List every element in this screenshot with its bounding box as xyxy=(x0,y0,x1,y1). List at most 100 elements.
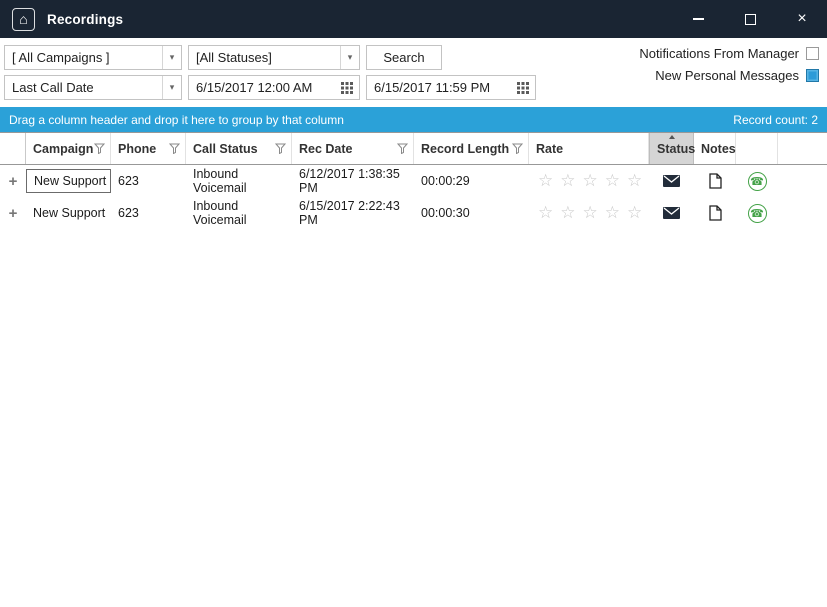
column-header-actions xyxy=(736,133,778,164)
row-expander[interactable]: + xyxy=(0,197,26,229)
cell-rating: ☆ ☆ ☆ ☆ ☆ xyxy=(529,197,649,229)
column-header-rate[interactable]: Rate xyxy=(529,133,649,164)
star-icon[interactable]: ☆ xyxy=(583,171,598,191)
column-header-notes[interactable]: Notes xyxy=(694,133,736,164)
cell-notes[interactable] xyxy=(694,165,736,197)
sort-ascending-icon xyxy=(668,135,675,139)
notifications-from-manager-checkbox[interactable] xyxy=(806,47,819,60)
chevron-down-icon[interactable]: ▾ xyxy=(340,46,359,69)
rec-date-value: 6/15/2017 2:22:43 PM xyxy=(299,199,400,227)
maximize-button[interactable] xyxy=(737,6,763,32)
star-icon[interactable]: ☆ xyxy=(605,171,620,191)
grid-header: Campaign Phone Call Status Rec Date Reco… xyxy=(0,132,827,165)
cell-notes[interactable] xyxy=(694,197,736,229)
page-title: Recordings xyxy=(47,11,124,27)
call-status-value: Inbound Voicemail xyxy=(193,167,247,195)
new-personal-messages-checkbox[interactable] xyxy=(806,69,819,82)
record-length-value: 00:00:29 xyxy=(421,174,470,188)
record-length-value: 00:00:30 xyxy=(421,206,470,220)
cell-phone[interactable]: 623 xyxy=(111,197,186,229)
date-to-value: 6/15/2017 11:59 PM xyxy=(374,80,491,95)
date-from-field[interactable]: 6/15/2017 12:00 AM xyxy=(188,75,360,100)
cell-rec-date[interactable]: 6/15/2017 2:22:43 PM xyxy=(292,197,414,229)
statuses-dropdown[interactable]: [All Statuses] ▾ xyxy=(188,45,360,70)
star-icon[interactable]: ☆ xyxy=(538,171,553,191)
column-header-record-length[interactable]: Record Length xyxy=(414,133,529,164)
group-by-drop-zone[interactable]: Drag a column header and drop it here to… xyxy=(0,107,827,132)
filter-icon[interactable] xyxy=(275,143,286,154)
star-icon[interactable]: ☆ xyxy=(560,171,575,191)
cell-call-action[interactable]: ☎ xyxy=(736,165,778,197)
row-expander[interactable]: + xyxy=(0,165,26,197)
star-icon[interactable]: ☆ xyxy=(627,171,642,191)
note-document-icon[interactable] xyxy=(708,205,722,221)
expander-column-header xyxy=(0,133,26,164)
filter-icon[interactable] xyxy=(169,143,180,154)
toolbar-left: [ All Campaigns ] ▾ [All Statuses] ▾ Sea… xyxy=(4,45,536,100)
sort-by-dropdown-value: Last Call Date xyxy=(12,80,94,95)
envelope-icon[interactable] xyxy=(663,175,680,187)
table-row[interactable]: + New Support 623 Inbound Voicemail 6/15… xyxy=(0,197,827,229)
date-picker-grid-icon[interactable] xyxy=(517,81,529,94)
column-label: Record Length xyxy=(421,141,510,156)
table-row[interactable]: + New Support 623 Inbound Voicemail 6/12… xyxy=(0,165,827,197)
filter-toolbar: [ All Campaigns ] ▾ [All Statuses] ▾ Sea… xyxy=(0,38,827,107)
note-document-icon[interactable] xyxy=(708,173,722,189)
campaigns-dropdown[interactable]: [ All Campaigns ] ▾ xyxy=(4,45,182,70)
window-controls: × xyxy=(659,6,815,32)
cell-call-action[interactable]: ☎ xyxy=(736,197,778,229)
column-header-filler xyxy=(778,133,827,164)
new-personal-messages-option: New Personal Messages xyxy=(655,68,819,83)
column-header-campaign[interactable]: Campaign xyxy=(26,133,111,164)
sort-by-dropdown[interactable]: Last Call Date ▾ xyxy=(4,75,182,100)
filter-icon[interactable] xyxy=(512,143,523,154)
column-label: Status xyxy=(657,141,696,156)
close-button[interactable]: × xyxy=(789,6,815,32)
cell-call-status[interactable]: Inbound Voicemail xyxy=(186,165,292,197)
cell-campaign[interactable]: New Support xyxy=(26,169,111,193)
filter-icon[interactable] xyxy=(397,143,408,154)
column-header-status[interactable]: Status xyxy=(649,133,696,164)
phone-glyph: ☎ xyxy=(750,175,764,188)
column-header-rec-date[interactable]: Rec Date xyxy=(292,133,414,164)
cell-filler xyxy=(778,165,827,197)
star-icon[interactable]: ☆ xyxy=(538,203,553,223)
close-icon: × xyxy=(797,10,807,27)
cell-record-length[interactable]: 00:00:30 xyxy=(414,197,529,229)
cell-campaign[interactable]: New Support xyxy=(26,197,111,229)
call-status-value: Inbound Voicemail xyxy=(193,199,247,227)
plus-icon: + xyxy=(8,204,18,222)
star-icon[interactable]: ☆ xyxy=(627,203,642,223)
column-label: Call Status xyxy=(193,141,258,156)
star-icon[interactable]: ☆ xyxy=(560,203,575,223)
date-picker-grid-icon[interactable] xyxy=(341,81,353,94)
cell-phone[interactable]: 623 xyxy=(111,165,186,197)
column-label: Campaign xyxy=(33,141,94,156)
cell-status[interactable] xyxy=(649,165,694,197)
date-to-field[interactable]: 6/15/2017 11:59 PM xyxy=(366,75,536,100)
phone-value: 623 xyxy=(118,206,139,220)
phone-icon[interactable]: ☎ xyxy=(747,203,767,223)
envelope-icon[interactable] xyxy=(663,207,680,219)
minimize-button[interactable] xyxy=(685,6,711,32)
toolbar-row-2: Last Call Date ▾ 6/15/2017 12:00 AM 6/15… xyxy=(4,75,536,100)
cell-rating: ☆ ☆ ☆ ☆ ☆ xyxy=(529,165,649,197)
filter-icon[interactable] xyxy=(94,143,105,154)
column-header-call-status[interactable]: Call Status xyxy=(186,133,292,164)
search-button[interactable]: Search xyxy=(366,45,442,70)
star-icon[interactable]: ☆ xyxy=(605,203,620,223)
cell-call-status[interactable]: Inbound Voicemail xyxy=(186,197,292,229)
home-button[interactable]: ⌂ xyxy=(12,7,35,31)
minimize-icon xyxy=(692,18,704,20)
column-header-phone[interactable]: Phone xyxy=(111,133,186,164)
date-from-value: 6/15/2017 12:00 AM xyxy=(196,80,313,95)
titlebar: ⌂ Recordings × xyxy=(0,0,827,38)
cell-rec-date[interactable]: 6/12/2017 1:38:35 PM xyxy=(292,165,414,197)
chevron-down-icon[interactable]: ▾ xyxy=(162,46,181,69)
cell-record-length[interactable]: 00:00:29 xyxy=(414,165,529,197)
star-icon[interactable]: ☆ xyxy=(583,203,598,223)
cell-status[interactable] xyxy=(649,197,694,229)
phone-icon[interactable]: ☎ xyxy=(747,171,767,191)
column-label: Rec Date xyxy=(299,141,353,156)
chevron-down-icon[interactable]: ▾ xyxy=(162,76,181,99)
